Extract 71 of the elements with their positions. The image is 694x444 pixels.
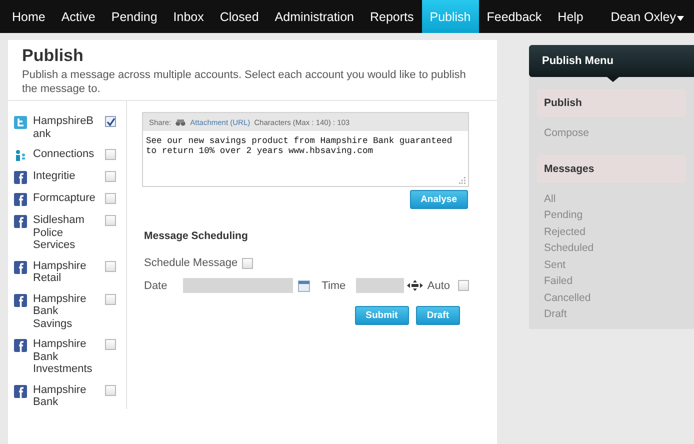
menu-link[interactable]: Draft (537, 306, 694, 322)
account-logo-icon (14, 339, 27, 352)
nav-tab[interactable]: Inbox (165, 0, 212, 33)
account-name: HampshireBank (33, 115, 95, 140)
account-logo-icon (14, 171, 27, 184)
people-icon (14, 149, 27, 162)
account-logo-icon (14, 384, 27, 398)
account-name: Sidlesham Police Services (33, 214, 86, 252)
account-checkbox[interactable] (105, 294, 116, 304)
account-checkbox[interactable] (105, 193, 116, 204)
menu-link[interactable]: Scheduled (537, 240, 694, 256)
nav-tab[interactable]: Home (4, 0, 54, 33)
date-label: Date (144, 280, 168, 292)
pointer-icon (607, 77, 619, 82)
menu-link[interactable]: Failed (537, 273, 694, 290)
action-button[interactable]: Submit (354, 306, 409, 325)
action-button[interactable]: Draft (416, 306, 460, 325)
move-icon (407, 280, 424, 291)
page-title: Publish (22, 46, 84, 66)
account-checkbox[interactable] (105, 260, 116, 272)
account-logo-icon (14, 193, 27, 206)
account-name: Connections (33, 148, 96, 160)
time-field[interactable] (356, 278, 404, 293)
page-description: Publish a message across multiple accounts. Select each account you would like to publish the message to. (22, 68, 467, 96)
account-checkbox[interactable] (105, 116, 116, 127)
menu-link[interactable]: All (537, 190, 694, 207)
nav-tab[interactable]: Active (53, 0, 104, 33)
menu-link[interactable]: Compose (537, 125, 694, 142)
account-name: Hampshire Bank Investments (33, 338, 94, 376)
schedule-checkbox[interactable] (242, 258, 253, 268)
nav-tab[interactable]: Reports (362, 0, 422, 33)
account-checkbox[interactable] (105, 171, 116, 182)
account-name: Hampshire Bank Savings (33, 292, 88, 330)
nav-tab[interactable]: Administration (266, 0, 362, 33)
calendar-icon (298, 280, 310, 292)
message-field[interactable]: See our new savings product from Hampshire Bank guaranteed to return 10% over 2 years www.hbsaving.com (146, 136, 465, 156)
menu-link[interactable]: Rejected (537, 224, 694, 240)
analyse-button[interactable]: Analyse (410, 190, 468, 209)
account-name: Hampshire Retail (33, 260, 88, 284)
account-name: Formcapture (33, 192, 96, 204)
nav-tab[interactable]: Feedback (478, 0, 550, 33)
auto-checkbox[interactable] (458, 280, 469, 291)
account-checkbox[interactable] (105, 339, 116, 350)
auto-label: Auto (427, 280, 450, 292)
menu-link[interactable]: Sent (537, 256, 694, 273)
menu-section-heading: Messages (537, 154, 686, 182)
time-label: Time (322, 280, 346, 292)
nav-tab[interactable]: Help (550, 0, 592, 33)
date-field[interactable] (183, 278, 293, 293)
user-menu[interactable]: Dean Oxley (610, 10, 676, 24)
resize-grip-icon (459, 177, 466, 184)
account-checkbox[interactable] (105, 149, 116, 160)
account-logo-icon (14, 294, 27, 306)
menu-link[interactable]: Pending (537, 207, 694, 224)
caret-icon (677, 16, 684, 21)
nav-tab[interactable]: Closed (212, 0, 267, 33)
section-heading: Message Scheduling (144, 230, 249, 242)
account-logo-icon (14, 260, 27, 274)
account-checkbox[interactable] (105, 384, 116, 396)
account-checkbox[interactable] (105, 215, 116, 226)
binoculars-icon (175, 118, 186, 126)
account-name: Integritie (33, 170, 76, 182)
account-logo-icon (14, 116, 27, 129)
account-logo-icon (14, 215, 27, 228)
nav-tab[interactable]: Publish (422, 0, 479, 33)
menu-title: Publish Menu (542, 55, 614, 67)
nav-tab[interactable]: Pending (103, 0, 166, 33)
menu-link[interactable]: Cancelled (537, 290, 694, 306)
schedule-label: Schedule Message (144, 257, 238, 269)
account-name: Hampshire Bank (33, 384, 88, 408)
menu-section-heading: Publish (537, 89, 686, 117)
